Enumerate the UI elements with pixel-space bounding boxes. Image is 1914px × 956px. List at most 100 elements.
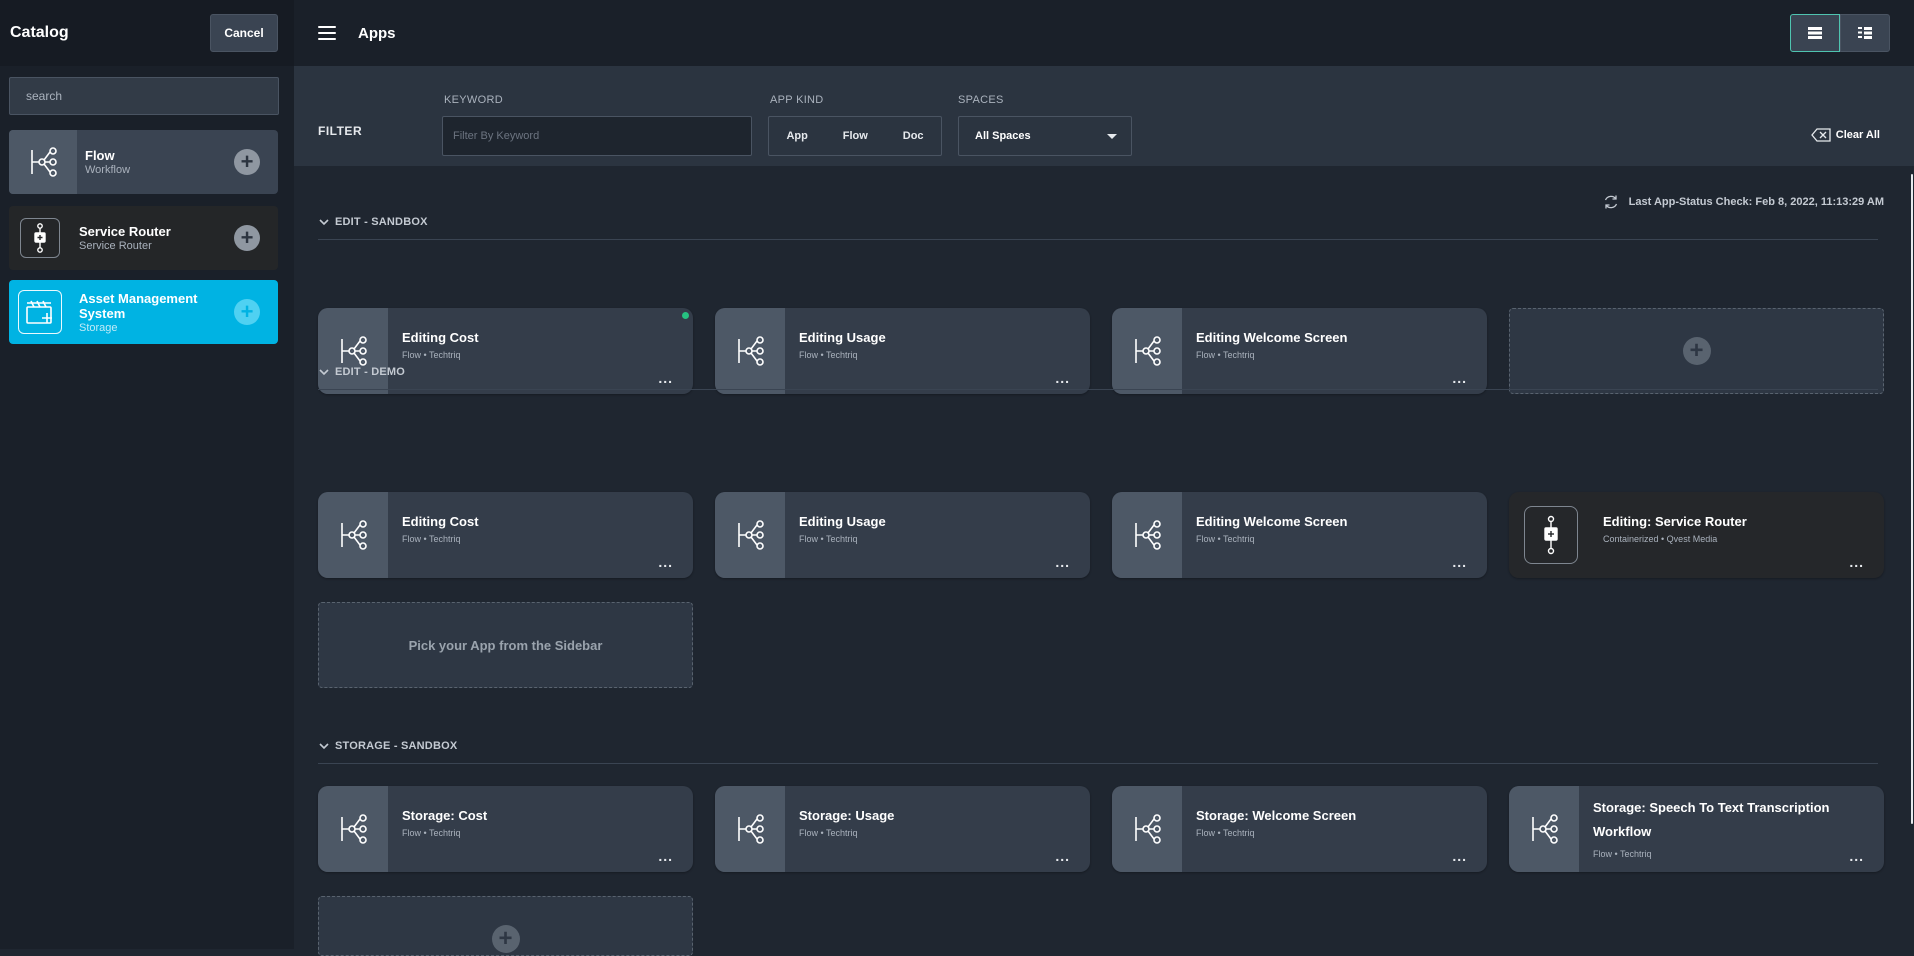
flow-icon <box>1112 786 1182 872</box>
more-options-icon[interactable]: ... <box>1849 555 1864 569</box>
section-title: STORAGE - SANDBOX <box>335 740 458 752</box>
section-storage-sandbox[interactable]: STORAGE - SANDBOX <box>318 740 1878 764</box>
card-title: Editing Usage <box>799 330 886 345</box>
keyword-input[interactable] <box>442 116 752 156</box>
more-options-icon[interactable]: ... <box>1452 849 1467 863</box>
grid-view-icon <box>1808 27 1822 39</box>
page-title: Apps <box>358 24 396 42</box>
scrollbar[interactable] <box>1911 174 1913 824</box>
catalog-search-input[interactable] <box>9 77 279 115</box>
clear-all-button[interactable]: Clear All <box>1810 128 1880 142</box>
service-router-icon <box>9 206 71 270</box>
list-view-button[interactable] <box>1840 14 1890 52</box>
sidebar-header: Catalog Cancel <box>0 0 294 66</box>
chevron-down-icon <box>319 369 329 376</box>
flow-icon <box>1509 786 1579 872</box>
card-title: Editing Cost <box>402 514 479 529</box>
list-view-icon <box>1858 27 1872 39</box>
app-card[interactable]: Editing Usage Flow • Techtriq ... <box>715 492 1090 578</box>
catalog-item-name: Service Router <box>79 224 171 239</box>
add-asset-management-button[interactable]: + <box>234 299 260 325</box>
card-subtitle: Flow • Techtriq <box>799 828 858 838</box>
card-subtitle: Flow • Techtriq <box>1196 350 1255 360</box>
catalog-item-name: Flow <box>85 148 115 163</box>
kind-flow-button[interactable]: Flow <box>837 126 874 146</box>
add-service-router-button[interactable]: + <box>234 225 260 251</box>
add-app-slot[interactable]: + <box>318 896 693 956</box>
flow-icon <box>318 786 388 872</box>
flow-icon <box>1112 492 1182 578</box>
service-router-icon <box>1509 492 1579 578</box>
apps-content: Last App-Status Check: Feb 8, 2022, 11:1… <box>294 166 1914 956</box>
section-title: EDIT - SANDBOX <box>335 216 428 228</box>
section-edit-sandbox[interactable]: EDIT - SANDBOX <box>318 216 1878 240</box>
chevron-down-icon <box>319 743 329 750</box>
status-text: Last App-Status Check: Feb 8, 2022, 11:1… <box>1628 196 1884 208</box>
more-options-icon[interactable]: ... <box>658 555 673 569</box>
card-title: Storage: Speech To Text Transcription Wo… <box>1593 800 1830 839</box>
more-options-icon[interactable]: ... <box>1055 555 1070 569</box>
app-kind-group: App Flow Doc <box>768 116 942 156</box>
add-flow-button[interactable]: + <box>234 149 260 175</box>
section-edit-demo[interactable]: EDIT - DEMO <box>318 366 1878 390</box>
card-subtitle: Flow • Techtriq <box>1196 534 1255 544</box>
more-options-icon[interactable]: ... <box>1055 849 1070 863</box>
card-subtitle: Flow • Techtriq <box>402 828 461 838</box>
card-title: Editing: Service Router <box>1603 514 1747 529</box>
card-title: Storage: Cost <box>402 808 488 823</box>
catalog-sidebar: Catalog Cancel Flow Workflow + <box>0 0 294 949</box>
flow-icon <box>715 492 785 578</box>
card-subtitle: Flow • Techtriq <box>799 534 858 544</box>
catalog-item-name: Asset Management System <box>79 290 198 321</box>
app-card[interactable]: Storage: Speech To Text Transcription Wo… <box>1509 786 1884 872</box>
catalog-item-sub: Workflow <box>85 164 131 176</box>
sidebar-title: Catalog <box>10 24 69 41</box>
filter-label: FILTER <box>318 124 363 138</box>
flow-icon <box>318 492 388 578</box>
app-card[interactable]: Editing Cost Flow • Techtriq ... <box>318 492 693 578</box>
app-card[interactable]: Editing: Service Router Containerized • … <box>1509 492 1884 578</box>
card-subtitle: Flow • Techtriq <box>402 534 461 544</box>
view-toggle <box>1790 14 1890 52</box>
app-kind-label: APP KIND <box>770 94 824 106</box>
catalog-item-sub: Storage <box>79 321 118 334</box>
catalog-item-sub: Service Router <box>79 240 152 252</box>
app-card[interactable]: Storage: Cost Flow • Techtriq ... <box>318 786 693 872</box>
more-options-icon[interactable]: ... <box>658 849 673 863</box>
card-subtitle: Flow • Techtriq <box>799 350 858 360</box>
catalog-item-service-router[interactable]: Service Router Service Router + <box>9 206 278 270</box>
grid-view-button[interactable] <box>1790 14 1840 52</box>
kind-app-button[interactable]: App <box>780 126 813 146</box>
refresh-icon[interactable] <box>1603 194 1619 210</box>
clear-icon <box>1810 128 1831 142</box>
app-card[interactable]: Storage: Usage Flow • Techtriq ... <box>715 786 1090 872</box>
menu-icon[interactable] <box>318 26 336 40</box>
spaces-value: All Spaces <box>975 130 1031 142</box>
caret-down-icon <box>1107 134 1117 139</box>
spaces-label: SPACES <box>958 94 1004 106</box>
app-card[interactable]: Storage: Welcome Screen Flow • Techtriq … <box>1112 786 1487 872</box>
app-status-check: Last App-Status Check: Feb 8, 2022, 11:1… <box>1603 194 1884 210</box>
pick-app-slot[interactable]: Pick your App from the Sidebar <box>318 602 693 688</box>
clear-all-label: Clear All <box>1835 129 1880 141</box>
cancel-button[interactable]: Cancel <box>210 14 278 52</box>
more-options-icon[interactable]: ... <box>1849 849 1864 863</box>
card-title: Editing Cost <box>402 330 479 345</box>
pick-app-text: Pick your App from the Sidebar <box>408 637 603 653</box>
section-title: EDIT - DEMO <box>335 366 406 378</box>
app-card[interactable]: Editing Welcome Screen Flow • Techtriq .… <box>1112 492 1487 578</box>
top-bar: Apps <box>294 0 1914 66</box>
asset-storage-icon <box>9 280 71 344</box>
flow-icon <box>715 786 785 872</box>
status-indicator <box>682 312 689 319</box>
card-title: Editing Welcome Screen <box>1196 330 1348 345</box>
kind-doc-button[interactable]: Doc <box>897 126 930 146</box>
plus-icon: + <box>1682 337 1711 365</box>
spaces-select[interactable]: All Spaces <box>958 116 1132 156</box>
more-options-icon[interactable]: ... <box>1452 555 1467 569</box>
card-title: Storage: Welcome Screen <box>1196 808 1357 823</box>
catalog-item-asset-management[interactable]: Asset Management System Storage + <box>9 280 278 344</box>
catalog-item-flow[interactable]: Flow Workflow + <box>9 130 278 194</box>
keyword-label: KEYWORD <box>444 94 503 106</box>
card-title: Editing Welcome Screen <box>1196 514 1348 529</box>
